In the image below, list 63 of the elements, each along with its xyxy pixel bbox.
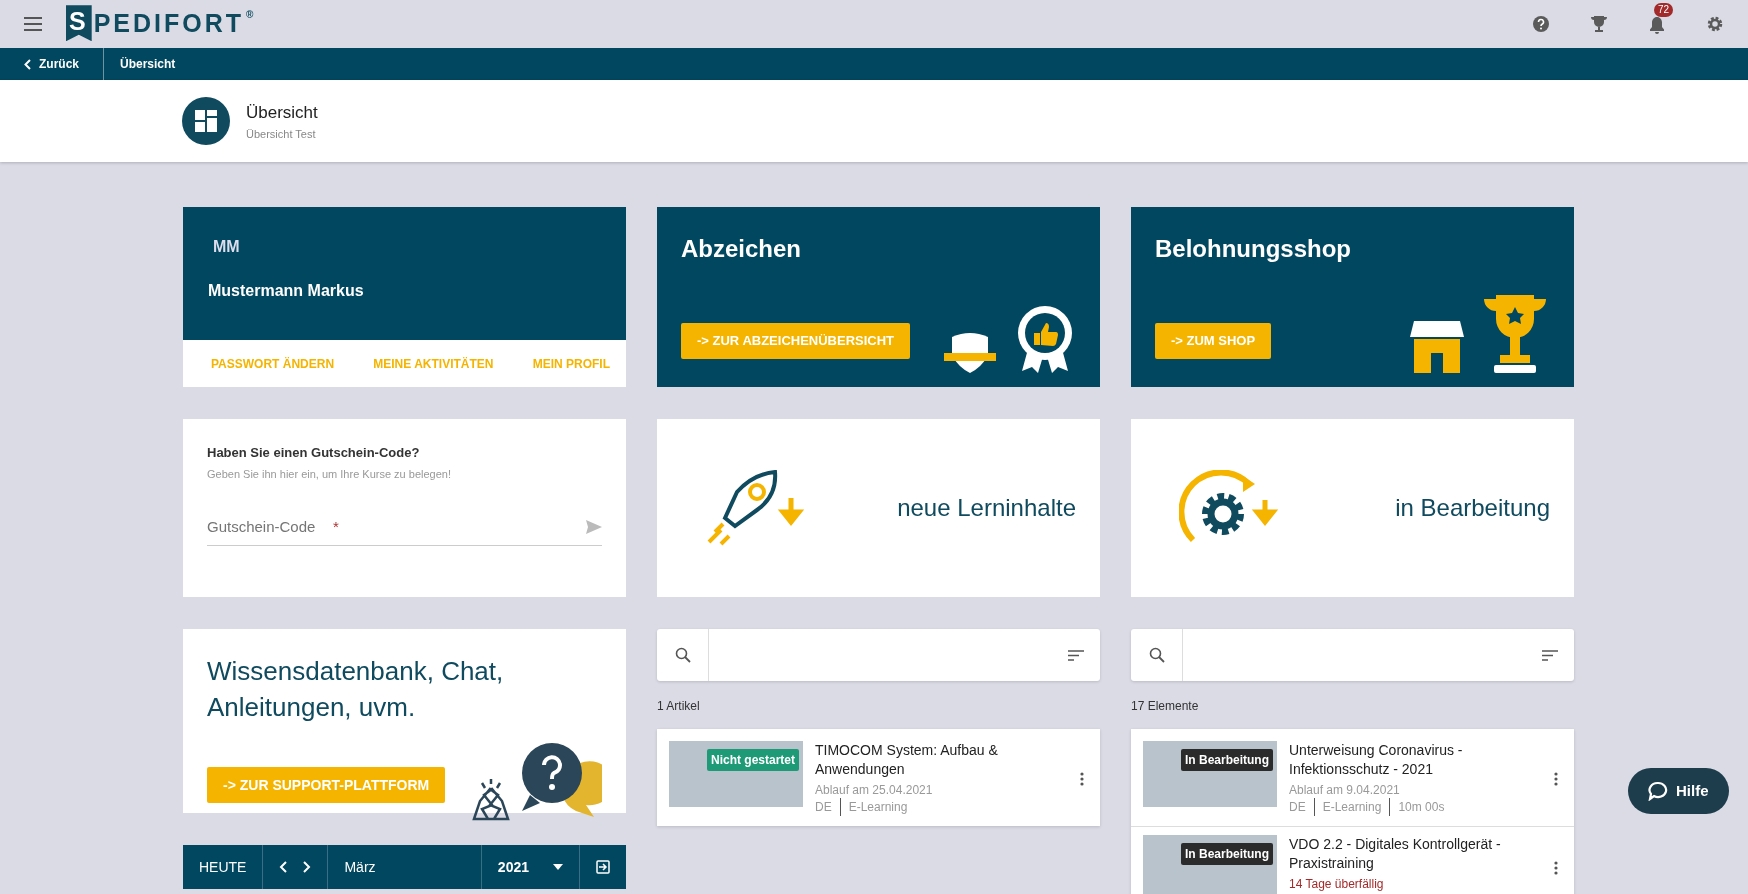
today-button[interactable]: HEUTE: [183, 845, 264, 889]
course-tag: 10m 00s: [1389, 798, 1453, 816]
search-field[interactable]: [657, 629, 1100, 681]
content-tile[interactable]: in Bearbeitung: [1131, 419, 1574, 597]
more-icon: [1554, 861, 1558, 875]
card-title: Belohnungsshop: [1155, 234, 1351, 264]
page-title: Übersicht: [246, 102, 318, 124]
support-title: Wissensdatenbank, Chat, Anleitungen, uvm.: [207, 655, 505, 724]
overdue-notice: 14 Tage überfällig: [1289, 877, 1384, 892]
course-tag: E-Learning: [839, 798, 916, 816]
course-title: Unterweisung Coronavirus - Infektionsschutz - 2021: [1289, 741, 1464, 779]
dashboard-icon: [182, 97, 230, 145]
result-count: 1 Artikel: [657, 698, 700, 715]
course-list-item[interactable]: Nicht gestartet TIMOCOM System: Aufbau & Anwendungen Ablauf am 25.04.2021 DE E-Learning: [657, 729, 1100, 826]
chevron-left-icon[interactable]: [279, 861, 288, 873]
help-button[interactable]: Hilfe: [1628, 768, 1729, 814]
back-link[interactable]: Zurück: [24, 57, 79, 71]
course-tag: E-Learning: [1313, 798, 1390, 816]
notification-count-badge: 72: [1654, 3, 1674, 17]
search-icon[interactable]: [1148, 647, 1165, 663]
more-icon: [1554, 771, 1558, 786]
expiry-date: Ablauf am 25.04.2021: [815, 783, 933, 798]
user-name: Mustermann Markus: [208, 281, 364, 301]
course-list-item[interactable]: In Bearbeitung Unterweisung Coronavirus - Infektionsschutz - 2021 Ablauf am 9.04.2021 DE E-Learning 10m 00s: [1131, 729, 1574, 826]
card-title: Abzeichen: [681, 234, 802, 264]
result-count: 17 Elemente: [1131, 698, 1199, 715]
year-dropdown[interactable]: 2021: [481, 845, 580, 889]
required-mark: *: [333, 517, 339, 537]
chat-icon: [1648, 781, 1668, 801]
trophy-icon[interactable]: [1590, 15, 1608, 33]
status-badge: Nicht gestartet: [706, 749, 799, 771]
sort-icon[interactable]: [1542, 650, 1558, 662]
caret-down-icon: [553, 864, 563, 870]
exit-icon[interactable]: [596, 860, 610, 874]
sort-icon[interactable]: [1068, 650, 1084, 662]
search-icon[interactable]: [674, 647, 691, 663]
settings-icon[interactable]: [1706, 15, 1724, 33]
voucher-title: Haben Sie einen Gutschein-Code?: [207, 444, 421, 462]
course-title: TIMOCOM System: Aufbau & Anwendungen: [815, 741, 999, 779]
course-tag: DE: [815, 798, 840, 816]
status-badge: In Bearbeitung: [1181, 749, 1273, 771]
page-subtitle: Übersicht Test: [246, 126, 317, 142]
rocket-icon: [705, 470, 805, 546]
user-initials: MM: [212, 237, 240, 257]
menu-icon[interactable]: [24, 17, 42, 31]
month-label: März: [344, 857, 376, 877]
notification-bell-icon[interactable]: [1648, 15, 1666, 34]
help-icon[interactable]: [1532, 15, 1550, 33]
chevron-right-icon[interactable]: [303, 861, 312, 873]
chevron-left-icon: [24, 58, 31, 70]
content-tile[interactable]: neue Lerninhalte: [657, 419, 1100, 597]
course-title: VDO 2.2 - Digitales Kontrollgerät - Praxistraining: [1289, 835, 1502, 873]
status-badge: In Bearbeitung: [1181, 843, 1273, 865]
tile-label: neue Lerninhalte: [897, 493, 1076, 523]
voucher-hint: Geben Sie ihn hier ein, um Ihre Kurse zu belegen!: [207, 466, 452, 482]
course-tag: DE: [1289, 798, 1314, 816]
breadcrumb-current: Übersicht: [119, 56, 177, 73]
more-icon: [1080, 771, 1084, 786]
expiry-date: Ablauf am 9.04.2021: [1289, 783, 1400, 798]
shield-badge-icon: [942, 331, 998, 375]
tile-label: in Bearbeitung: [1395, 493, 1550, 523]
search-field[interactable]: [1131, 629, 1574, 681]
course-list-item[interactable]: In Bearbeitung VDO 2.2 - Digitales Kontrollgerät - Praxistraining 14 Tage überfällig: [1131, 826, 1574, 894]
